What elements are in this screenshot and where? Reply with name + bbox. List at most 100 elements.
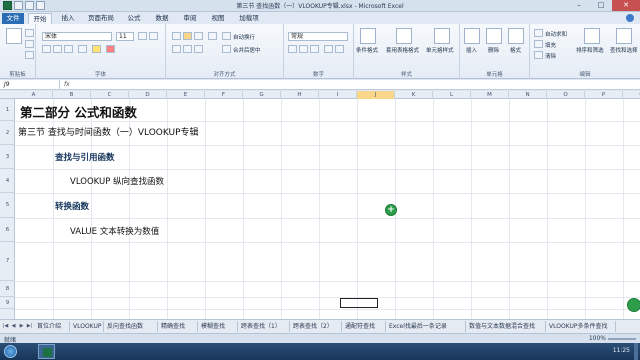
border-icon[interactable] bbox=[78, 45, 87, 53]
conditional-format-icon[interactable] bbox=[360, 28, 376, 44]
align-bottom-icon[interactable] bbox=[194, 32, 203, 40]
sheet-tab[interactable]: 反向查找函数 bbox=[104, 321, 158, 332]
tab-data[interactable]: 数据 bbox=[150, 13, 174, 24]
selected-cell[interactable] bbox=[340, 298, 378, 308]
cell-subtitle[interactable]: 第三节 查找与时间函数（一）VLOOKUP专辑 bbox=[18, 125, 199, 138]
row-header-3[interactable]: 3 bbox=[0, 145, 15, 169]
sort-filter-icon[interactable] bbox=[584, 28, 600, 44]
fill-label[interactable]: 填充 bbox=[545, 41, 556, 49]
column-header-q[interactable]: Q bbox=[623, 91, 640, 99]
column-header-g[interactable]: G bbox=[243, 91, 281, 99]
font-name-select[interactable]: 宋体 bbox=[42, 32, 112, 41]
merge-center-icon[interactable] bbox=[222, 45, 231, 53]
zoom-slider[interactable] bbox=[608, 338, 636, 340]
delete-cells-icon[interactable] bbox=[486, 28, 502, 44]
font-size-select[interactable]: 11 bbox=[116, 32, 134, 41]
percent-icon[interactable] bbox=[299, 45, 308, 53]
column-header-p[interactable]: P bbox=[585, 91, 623, 99]
cell-title[interactable]: 第二部分 公式和函数 bbox=[20, 102, 137, 121]
start-button[interactable] bbox=[4, 345, 17, 358]
format-painter-icon[interactable] bbox=[25, 51, 34, 59]
clear-label[interactable]: 清除 bbox=[545, 52, 556, 60]
tab-formulas[interactable]: 公式 bbox=[122, 13, 146, 24]
row-header-5[interactable]: 5 bbox=[0, 193, 15, 218]
cell-section-lookup[interactable]: 查找与引用函数 bbox=[55, 151, 115, 163]
cell-styles-label[interactable]: 单元格样式 bbox=[426, 46, 454, 54]
row-header-4[interactable]: 4 bbox=[0, 169, 15, 193]
close-button[interactable]: ✕ bbox=[612, 0, 640, 11]
name-box[interactable]: J9 bbox=[2, 80, 60, 89]
number-format-select[interactable]: 常规 bbox=[288, 32, 348, 41]
autosum-icon[interactable] bbox=[534, 29, 543, 37]
align-top-icon[interactable] bbox=[172, 32, 181, 40]
align-center-icon[interactable] bbox=[183, 45, 192, 53]
font-color-icon[interactable] bbox=[106, 45, 115, 53]
prev-sheet-icon[interactable]: ◀ bbox=[10, 322, 17, 331]
tab-review[interactable]: 审阅 bbox=[178, 13, 202, 24]
row-header-7[interactable]: 7 bbox=[0, 242, 15, 281]
cell-value[interactable]: VALUE 文本转换为数值 bbox=[70, 225, 159, 237]
wrap-text-icon[interactable] bbox=[222, 32, 231, 40]
row-header-1[interactable]: 1 bbox=[0, 99, 15, 121]
cell-section-convert[interactable]: 转换函数 bbox=[55, 200, 89, 212]
column-header-m[interactable]: M bbox=[471, 91, 509, 99]
sheet-tab[interactable]: 通配符查找 bbox=[342, 321, 386, 332]
increase-decimal-icon[interactable] bbox=[324, 45, 333, 53]
tab-file[interactable]: 文件 bbox=[2, 13, 24, 24]
column-header-k[interactable]: K bbox=[395, 91, 433, 99]
first-sheet-icon[interactable]: |◀ bbox=[2, 322, 9, 331]
sheet-tab[interactable]: Excel找最后一条记录 bbox=[386, 321, 466, 332]
cell-vlookup[interactable]: VLOOKUP 纵向查找函数 bbox=[70, 175, 164, 187]
next-sheet-icon[interactable]: ▶ bbox=[18, 322, 25, 331]
format-cells-label[interactable]: 格式 bbox=[510, 46, 521, 54]
align-middle-icon[interactable] bbox=[183, 32, 192, 40]
sheet-tab[interactable]: 跨表查找（2） bbox=[290, 321, 342, 332]
align-right-icon[interactable] bbox=[194, 45, 203, 53]
find-select-label[interactable]: 查找和选择 bbox=[610, 46, 638, 54]
merge-center-label[interactable]: 合并后居中 bbox=[233, 46, 261, 54]
row-header-6[interactable]: 6 bbox=[0, 218, 15, 242]
row-header-2[interactable]: 2 bbox=[0, 121, 15, 145]
currency-icon[interactable] bbox=[288, 45, 297, 53]
row-header-9[interactable]: 9 bbox=[0, 297, 15, 309]
format-as-table-icon[interactable] bbox=[396, 28, 412, 44]
column-header-i[interactable]: I bbox=[319, 91, 357, 99]
shrink-font-icon[interactable] bbox=[149, 32, 158, 40]
sort-filter-label[interactable]: 排序和筛选 bbox=[576, 46, 604, 54]
tab-home[interactable]: 开始 bbox=[28, 13, 52, 24]
wrap-text-label[interactable]: 自动换行 bbox=[233, 33, 255, 41]
tab-page-layout[interactable]: 页面布局 bbox=[84, 13, 118, 24]
minimize-button[interactable]: – bbox=[568, 0, 590, 11]
zoom-level[interactable]: 100% bbox=[589, 335, 606, 342]
format-cells-icon[interactable] bbox=[508, 28, 524, 44]
taskbar-excel-button[interactable] bbox=[38, 344, 55, 359]
column-header-f[interactable]: F bbox=[205, 91, 243, 99]
cell-styles-icon[interactable] bbox=[434, 28, 450, 44]
decrease-decimal-icon[interactable] bbox=[335, 45, 344, 53]
comma-icon[interactable] bbox=[310, 45, 319, 53]
cut-icon[interactable] bbox=[25, 29, 34, 37]
add-icon[interactable]: + bbox=[385, 204, 397, 216]
sheet-tab[interactable]: VLOOKUP多条件查找 bbox=[546, 321, 616, 332]
column-header-d[interactable]: D bbox=[129, 91, 167, 99]
formula-input[interactable] bbox=[78, 80, 638, 89]
show-desktop-button[interactable] bbox=[634, 343, 638, 360]
tab-addins[interactable]: 加载项 bbox=[234, 13, 264, 24]
align-left-icon[interactable] bbox=[172, 45, 181, 53]
sheet-tab[interactable]: 跨表查找（1） bbox=[238, 321, 290, 332]
format-as-table-label[interactable]: 套用表格格式 bbox=[386, 46, 419, 54]
last-sheet-icon[interactable]: ▶| bbox=[26, 322, 33, 331]
row-header-8[interactable]: 8 bbox=[0, 281, 15, 297]
insert-cells-icon[interactable] bbox=[464, 28, 480, 44]
column-header-h[interactable]: H bbox=[281, 91, 319, 99]
column-header-l[interactable]: L bbox=[433, 91, 471, 99]
delete-cells-label[interactable]: 删除 bbox=[488, 46, 499, 54]
grow-font-icon[interactable] bbox=[138, 32, 147, 40]
bold-icon[interactable] bbox=[42, 45, 51, 53]
column-header-c[interactable]: C bbox=[91, 91, 129, 99]
find-select-icon[interactable] bbox=[616, 28, 632, 44]
column-header-a[interactable]: A bbox=[15, 91, 53, 99]
column-header-j[interactable]: J bbox=[357, 91, 395, 99]
column-header-e[interactable]: E bbox=[167, 91, 205, 99]
fill-color-icon[interactable] bbox=[92, 45, 101, 53]
